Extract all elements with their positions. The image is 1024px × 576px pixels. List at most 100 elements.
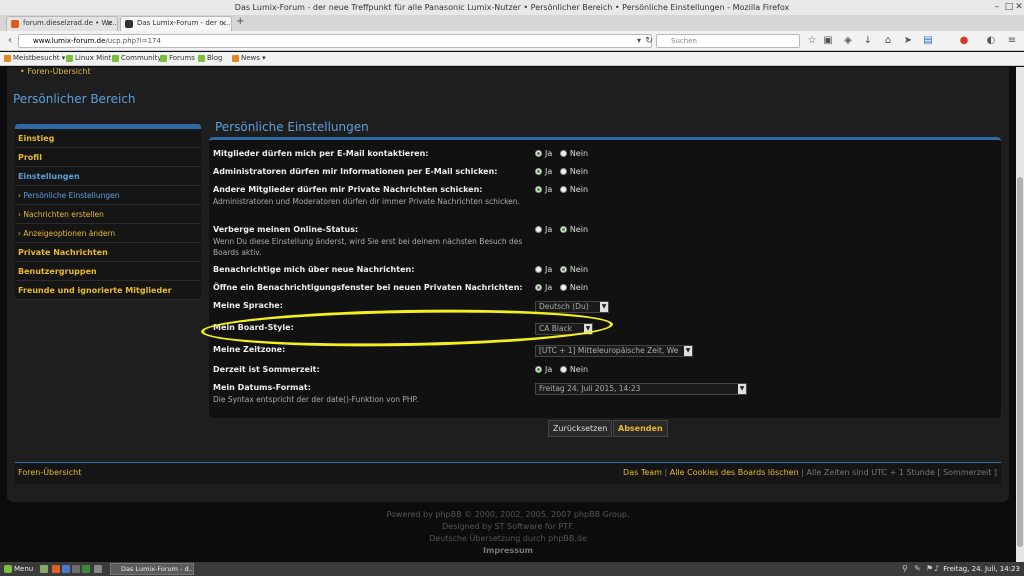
start-menu-label: Menu xyxy=(14,565,34,573)
bookmark-community[interactable]: Community xyxy=(112,52,162,65)
radio-yes[interactable] xyxy=(535,168,542,175)
tray-icon[interactable]: ⚑ xyxy=(926,562,933,576)
launcher-icon[interactable] xyxy=(94,565,102,573)
terminal-launcher-icon[interactable] xyxy=(72,565,80,573)
setting-row-private-messages: Andere Mitglieder dürfen mir Private Nac… xyxy=(213,185,997,225)
setting-label: Benachrichtige mich über neue Nachrichte… xyxy=(213,265,415,274)
timezone-select[interactable]: [UTC + 1] Mitteleuropäische Zeit, We ▼ xyxy=(535,345,693,357)
setting-label: Öffne ein Benachrichtigungsfenster bei n… xyxy=(213,283,523,292)
maximize-icon[interactable]: □ xyxy=(1004,2,1014,12)
sidebar-item-anzeigeoptionen[interactable]: Anzeigeoptionen ändern xyxy=(15,224,201,243)
footer-cookies-link[interactable]: Alle Cookies des Boards löschen xyxy=(670,468,799,477)
setting-row-popup-window: Öffne ein Benachrichtigungsfenster bei n… xyxy=(213,283,997,301)
scrollbar-thumb[interactable] xyxy=(1017,177,1023,547)
firefox-launcher-icon[interactable] xyxy=(52,565,60,573)
board-style-select[interactable]: CA Black ▼ xyxy=(535,323,593,335)
close-tab-icon[interactable]: ✕ xyxy=(106,17,113,30)
close-tab-icon[interactable]: ✕ xyxy=(220,17,227,30)
credits: Powered by phpBB © 2000, 2002, 2005, 200… xyxy=(0,509,1016,557)
pocket-icon[interactable]: ◈ xyxy=(842,34,854,48)
menu-icon[interactable]: ≡ xyxy=(1006,34,1018,48)
chat-icon[interactable]: ◐ xyxy=(985,34,997,48)
bookmark-star-icon[interactable]: ☆ xyxy=(806,34,818,48)
radio-yes[interactable] xyxy=(535,150,542,157)
reading-list-icon[interactable]: ▣ xyxy=(822,34,834,48)
date-format-select[interactable]: Freitag 24. Juli 2015, 14:23 ▼ xyxy=(535,383,747,395)
setting-row-dst: Derzeit ist Sommerzeit: Ja Nein xyxy=(213,365,997,383)
page-scrollbar[interactable] xyxy=(1016,67,1024,562)
sidebar-item-freunde[interactable]: Freunde und ignorierte Mitglieder xyxy=(15,281,201,300)
url-bar[interactable]: www.lumix-forum.de/ucp.php?i=174 xyxy=(18,34,652,48)
radio-no[interactable] xyxy=(559,226,567,233)
reset-button[interactable]: Zurücksetzen xyxy=(548,420,613,437)
setting-label: Derzeit ist Sommerzeit: xyxy=(213,365,320,374)
select-value: Freitag 24. Juli 2015, 14:23 xyxy=(539,384,641,393)
tray-volume-icon[interactable]: ♪ xyxy=(934,562,939,576)
radio-no[interactable] xyxy=(559,168,567,175)
radio-no[interactable] xyxy=(559,150,567,157)
new-tab-icon[interactable]: + xyxy=(236,16,244,27)
bookmark-blog[interactable]: Blog xyxy=(198,52,222,65)
files-launcher-icon[interactable] xyxy=(82,565,90,573)
radio-yes[interactable] xyxy=(535,186,542,193)
show-desktop-icon[interactable] xyxy=(40,565,48,573)
sidebar-item-benutzergruppen[interactable]: Benutzergruppen xyxy=(15,262,201,281)
tab-lumix-forum[interactable]: Das Lumix-Forum - der n... ✕ xyxy=(120,16,232,31)
sidebar-item-persoenliche-einstellungen[interactable]: Persönliche Einstellungen xyxy=(15,186,201,205)
radio-no[interactable] xyxy=(559,266,567,273)
radio-yes[interactable] xyxy=(535,226,542,233)
radio-yes-label: Ja xyxy=(545,167,553,176)
radio-yes[interactable] xyxy=(535,266,542,273)
close-window-icon[interactable]: ✕ xyxy=(1014,2,1024,12)
taskbar-window-firefox[interactable]: Das Lumix-Forum - d... xyxy=(110,563,194,575)
bookmark-icon xyxy=(4,54,11,62)
tray-icon[interactable]: ⚲ xyxy=(902,562,908,576)
minimize-icon[interactable]: – xyxy=(992,2,1002,12)
impressum-link[interactable]: Impressum xyxy=(0,545,1016,557)
submit-button[interactable]: Absenden xyxy=(613,420,668,437)
reload-icon[interactable]: ↻ xyxy=(642,34,656,48)
tab-forum-dieselzrad[interactable]: forum.dieselzrad.de • We... ✕ xyxy=(6,16,118,31)
sidebar-item-einstellungen[interactable]: Einstellungen xyxy=(15,167,201,186)
bookmark-most-visited[interactable]: Meistbesucht ▾ xyxy=(4,52,65,65)
footer-team-link[interactable]: Das Team xyxy=(623,468,662,477)
taskbar-clock[interactable]: Freitag, 24. Juli, 14:23 xyxy=(943,562,1020,576)
setting-row-date-format: Mein Datums-Format: Die Syntax entsprich… xyxy=(213,383,997,413)
setting-label: Andere Mitglieder dürfen mir Private Nac… xyxy=(213,185,483,194)
radio-yes-label: Ja xyxy=(545,225,553,234)
bookmark-label: News ▾ xyxy=(241,54,266,62)
radio-yes[interactable] xyxy=(535,366,542,373)
setting-label: Meine Sprache: xyxy=(213,301,283,310)
radio-no[interactable] xyxy=(559,284,567,291)
download-icon[interactable]: ↓ xyxy=(862,34,874,48)
setting-select-wrap: CA Black ▼ xyxy=(535,323,593,335)
bookmark-news[interactable]: News ▾ xyxy=(232,52,266,65)
addon-icon[interactable]: ● xyxy=(958,34,970,48)
setting-radio-group: Ja Nein xyxy=(535,265,593,274)
bookmark-linux-mint[interactable]: Linux Mint xyxy=(66,52,111,65)
launcher-icon[interactable] xyxy=(62,565,70,573)
radio-yes-label: Ja xyxy=(545,149,553,158)
home-icon[interactable]: ⌂ xyxy=(882,34,894,48)
language-select[interactable]: Deutsch (Du) ▼ xyxy=(535,301,609,313)
chevron-down-icon: ▼ xyxy=(600,302,608,312)
radio-yes[interactable] xyxy=(535,284,542,291)
setting-radio-group: Ja Nein xyxy=(535,365,593,374)
sidebar-item-einstieg[interactable]: Einstieg xyxy=(15,129,201,148)
sidebar-item-private-nachrichten[interactable]: Private Nachrichten xyxy=(15,243,201,262)
tray-network-icon[interactable]: ✎ xyxy=(914,562,921,576)
radio-no[interactable] xyxy=(559,366,567,373)
start-menu-button[interactable]: Menu xyxy=(4,562,33,576)
search-input[interactable]: Suchen xyxy=(656,34,800,48)
sidebar-item-nachrichten-erstellen[interactable]: Nachrichten erstellen xyxy=(15,205,201,224)
bookmark-forums[interactable]: Forums xyxy=(160,52,195,65)
breadcrumb-top[interactable]: • Foren-Übersicht xyxy=(20,67,91,76)
send-icon[interactable]: ➤ xyxy=(902,34,914,48)
footer-forum-index-link[interactable]: Foren-Übersicht xyxy=(18,463,81,483)
sidebar-item-profil[interactable]: Profil xyxy=(15,148,201,167)
extension-icon[interactable]: ▤ xyxy=(922,34,934,48)
radio-no[interactable] xyxy=(559,186,567,193)
select-value: CA Black xyxy=(539,324,573,333)
radio-no-label: Nein xyxy=(569,265,589,274)
back-icon[interactable]: ‹ xyxy=(3,34,17,48)
